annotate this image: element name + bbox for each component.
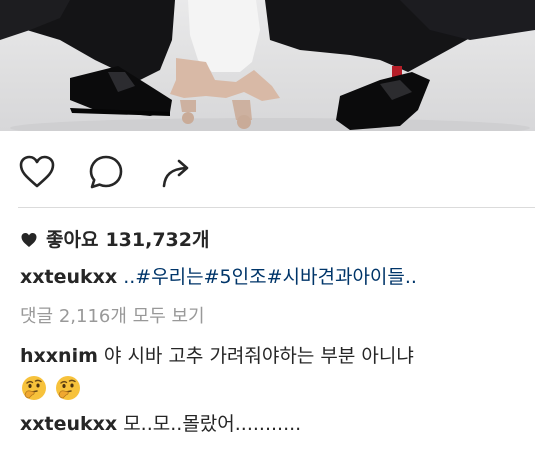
likes-label: 좋아요 [46, 229, 99, 251]
heart-filled-icon [21, 233, 37, 247]
caption-hashtags[interactable]: ..#우리는#5인조#시바견과아이들.. [123, 266, 417, 288]
comment: xxteukxx 모..모..몰랐어........... [20, 412, 301, 436]
comment-button[interactable] [85, 151, 127, 193]
comment-text: 야 시바 고추 가려줘야하는 부분 아니냐 [103, 345, 414, 367]
divider [18, 207, 535, 208]
comment-text: 모..모..몰랐어........... [123, 413, 302, 435]
likes-row[interactable]: 좋아요 131,732개 [20, 228, 209, 252]
heart-outline-icon [19, 155, 55, 188]
speech-bubble-icon [89, 155, 123, 189]
action-bar [0, 131, 535, 207]
comment-username[interactable]: xxteukxx [20, 413, 117, 435]
post-photo[interactable] [0, 0, 535, 131]
comment-username[interactable]: hxxnim [20, 345, 98, 367]
caption-username[interactable]: xxteukxx [20, 266, 117, 288]
photo-illustration [0, 0, 535, 131]
caption: xxteukxx ..#우리는#5인조#시바견과아이들.. [20, 265, 417, 289]
thinking-face-icon [56, 376, 80, 400]
view-all-comments-link[interactable]: 댓글 2,116개 모두 보기 [20, 305, 205, 329]
likes-count: 131,732개 [105, 229, 210, 251]
share-arrow-icon [162, 159, 189, 188]
like-button[interactable] [16, 151, 58, 193]
share-button[interactable] [156, 151, 198, 193]
comment: hxxnim 야 시바 고추 가려줘야하는 부분 아니냐 [20, 344, 414, 368]
thinking-face-icon [22, 376, 46, 400]
comment-emojis [20, 374, 82, 402]
